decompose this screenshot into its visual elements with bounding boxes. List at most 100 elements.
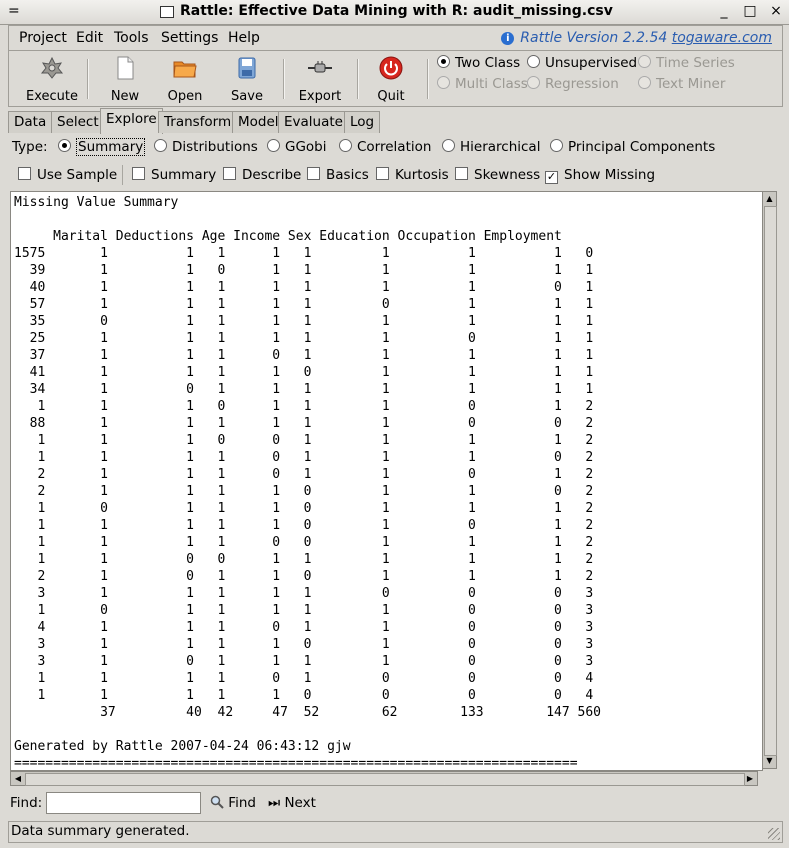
scroll-right-icon[interactable]: ▶	[744, 773, 756, 784]
radio-icon	[638, 55, 651, 68]
output-row: 34 1 0 1 1 1 1 1 1 1	[29, 382, 594, 397]
output-row: 1 1 1 1 0 0 1 1 1 2	[37, 535, 594, 550]
toolbar: Execute New Open Save Export Quit Two Cl…	[8, 50, 783, 107]
output-rows: 1575 1 1 1 1 1 1 1 1 0 39 1 1 0 1 1 1 1 …	[14, 246, 601, 720]
output-row: 1575 1 1 1 1 1 1 1 1 0	[14, 246, 594, 261]
find-input[interactable]	[46, 792, 201, 814]
status-text: Data summary generated.	[11, 823, 190, 839]
horizontal-scroll-thumb[interactable]	[25, 773, 745, 786]
save-icon	[238, 57, 256, 79]
status-bar: Data summary generated.	[8, 821, 783, 843]
open-button[interactable]: Open	[165, 55, 205, 104]
radio-icon	[638, 76, 651, 89]
output-row: 40 1 1 1 1 1 1 1 0 1	[29, 280, 594, 295]
tab-log[interactable]: Log	[344, 111, 381, 133]
menu-edit[interactable]: Edit	[76, 30, 103, 46]
export-button[interactable]: Export	[297, 55, 343, 104]
checkbox-icon	[18, 167, 31, 180]
radio-selected-icon	[437, 55, 450, 68]
execute-button[interactable]: Execute	[25, 55, 79, 104]
horizontal-scrollbar[interactable]: ◀ ▶	[10, 771, 758, 786]
quit-label: Quit	[377, 89, 405, 104]
save-label: Save	[231, 89, 263, 104]
radio-icon	[527, 55, 540, 68]
find-button[interactable]: Find	[210, 795, 256, 811]
tab-transform[interactable]: Transform	[158, 111, 238, 133]
quit-button[interactable]: Quit	[371, 55, 411, 104]
execute-label: Execute	[26, 89, 78, 104]
option-use-sample[interactable]: Use Sample	[18, 167, 117, 183]
output-row: 3 1 0 1 1 1 1 0 0 3	[37, 654, 594, 669]
next-button[interactable]: ⏭ Next	[268, 795, 316, 811]
close-button[interactable]: ×	[769, 3, 783, 19]
folder-icon	[173, 61, 197, 78]
menu-tools[interactable]: Tools	[114, 30, 149, 46]
vertical-scroll-thumb[interactable]	[764, 206, 777, 756]
search-icon	[210, 795, 224, 809]
togaware-link[interactable]: togaware.com	[672, 30, 772, 46]
output-row: 2 1 1 1 0 1 1 0 1 2	[37, 467, 594, 482]
mode-text-miner: Text Miner	[638, 76, 725, 92]
mode-unsupervised[interactable]: Unsupervised	[527, 55, 637, 71]
export-plug-icon	[308, 61, 332, 73]
output-row: 3 1 1 1 1 1 0 0 0 3	[37, 586, 594, 601]
window-menu-icon[interactable]: =	[8, 3, 20, 19]
vertical-scrollbar[interactable]: ▲ ▼	[762, 191, 777, 769]
scroll-left-icon[interactable]: ◀	[12, 773, 24, 784]
output-row: 25 1 1 1 1 1 1 0 1 1	[29, 331, 594, 346]
power-icon	[379, 56, 403, 80]
type-distributions[interactable]: Distributions	[154, 139, 258, 155]
output-title: Missing Value Summary	[14, 195, 179, 210]
tab-data[interactable]: Data	[8, 111, 53, 133]
new-label: New	[110, 89, 140, 104]
menu-project[interactable]: Project	[19, 30, 67, 46]
output-row: 4 1 1 1 0 1 1 0 0 3	[37, 620, 594, 635]
tab-explore[interactable]: Explore	[100, 108, 163, 134]
menu-help[interactable]: Help	[228, 30, 260, 46]
mode-multi-class: Multi Class	[437, 76, 528, 92]
mode-time-series: Time Series	[638, 55, 735, 71]
new-button[interactable]: New	[105, 55, 145, 104]
output-row: 1 0 1 1 1 0 1 1 1 2	[37, 501, 594, 516]
output-row: 1 1 1 1 0 1 0 0 0 4	[37, 671, 594, 686]
version-info: i Rattle Version 2.2.54 togaware.com	[501, 30, 772, 46]
option-summary[interactable]: Summary	[132, 167, 216, 183]
type-ggobi[interactable]: GGobi	[267, 139, 327, 155]
output-row: 1 0 1 1 1 1 1 0 0 3	[37, 603, 594, 618]
tab-evaluate[interactable]: Evaluate	[278, 111, 349, 133]
output-row: 1 1 1 0 1 1 1 0 1 2	[37, 399, 594, 414]
scroll-down-icon[interactable]: ▼	[764, 755, 775, 767]
tab-model[interactable]: Model	[232, 111, 285, 133]
output-row: 88 1 1 1 1 1 1 0 0 2	[29, 416, 594, 431]
type-correlation[interactable]: Correlation	[339, 139, 431, 155]
output-header: Marital Deductions Age Income Sex Educat…	[14, 229, 562, 244]
mode-regression: Regression	[527, 76, 619, 92]
type-hierarchical[interactable]: Hierarchical	[442, 139, 540, 155]
output-textview[interactable]: Missing Value Summary Marital Deductions…	[10, 191, 763, 771]
menu-settings[interactable]: Settings	[161, 30, 218, 46]
option-kurtosis[interactable]: Kurtosis	[376, 167, 449, 183]
mode-two-class[interactable]: Two Class	[437, 55, 520, 71]
type-principal-components[interactable]: Principal Components	[550, 139, 715, 155]
output-row: 1 1 1 1 1 0 1 0 1 2	[37, 518, 594, 533]
scroll-up-icon[interactable]: ▲	[764, 193, 775, 205]
option-show-missing[interactable]: ✓ Show Missing	[545, 167, 655, 184]
save-button[interactable]: Save	[227, 55, 267, 104]
minimize-button[interactable]: _	[717, 3, 731, 19]
type-summary[interactable]: Summary	[58, 138, 146, 156]
checkbox-icon	[307, 167, 320, 180]
resize-grip-icon[interactable]	[768, 828, 780, 840]
radio-icon	[339, 139, 352, 152]
output-row: 2 1 0 1 1 0 1 1 1 2	[37, 569, 594, 584]
radio-icon	[267, 139, 280, 152]
output-row: 1 1 1 1 0 1 1 1 0 2	[37, 450, 594, 465]
option-skewness[interactable]: Skewness	[455, 167, 540, 183]
option-describe[interactable]: Describe	[223, 167, 301, 183]
output-footer: Generated by Rattle 2007-04-24 06:43:12 …	[14, 739, 351, 754]
maximize-button[interactable]: □	[743, 3, 757, 19]
next-icon: ⏭	[268, 795, 281, 811]
tab-select[interactable]: Select	[51, 111, 105, 133]
option-basics[interactable]: Basics	[307, 167, 369, 183]
radio-selected-icon	[58, 139, 71, 152]
execute-icon	[40, 56, 64, 79]
